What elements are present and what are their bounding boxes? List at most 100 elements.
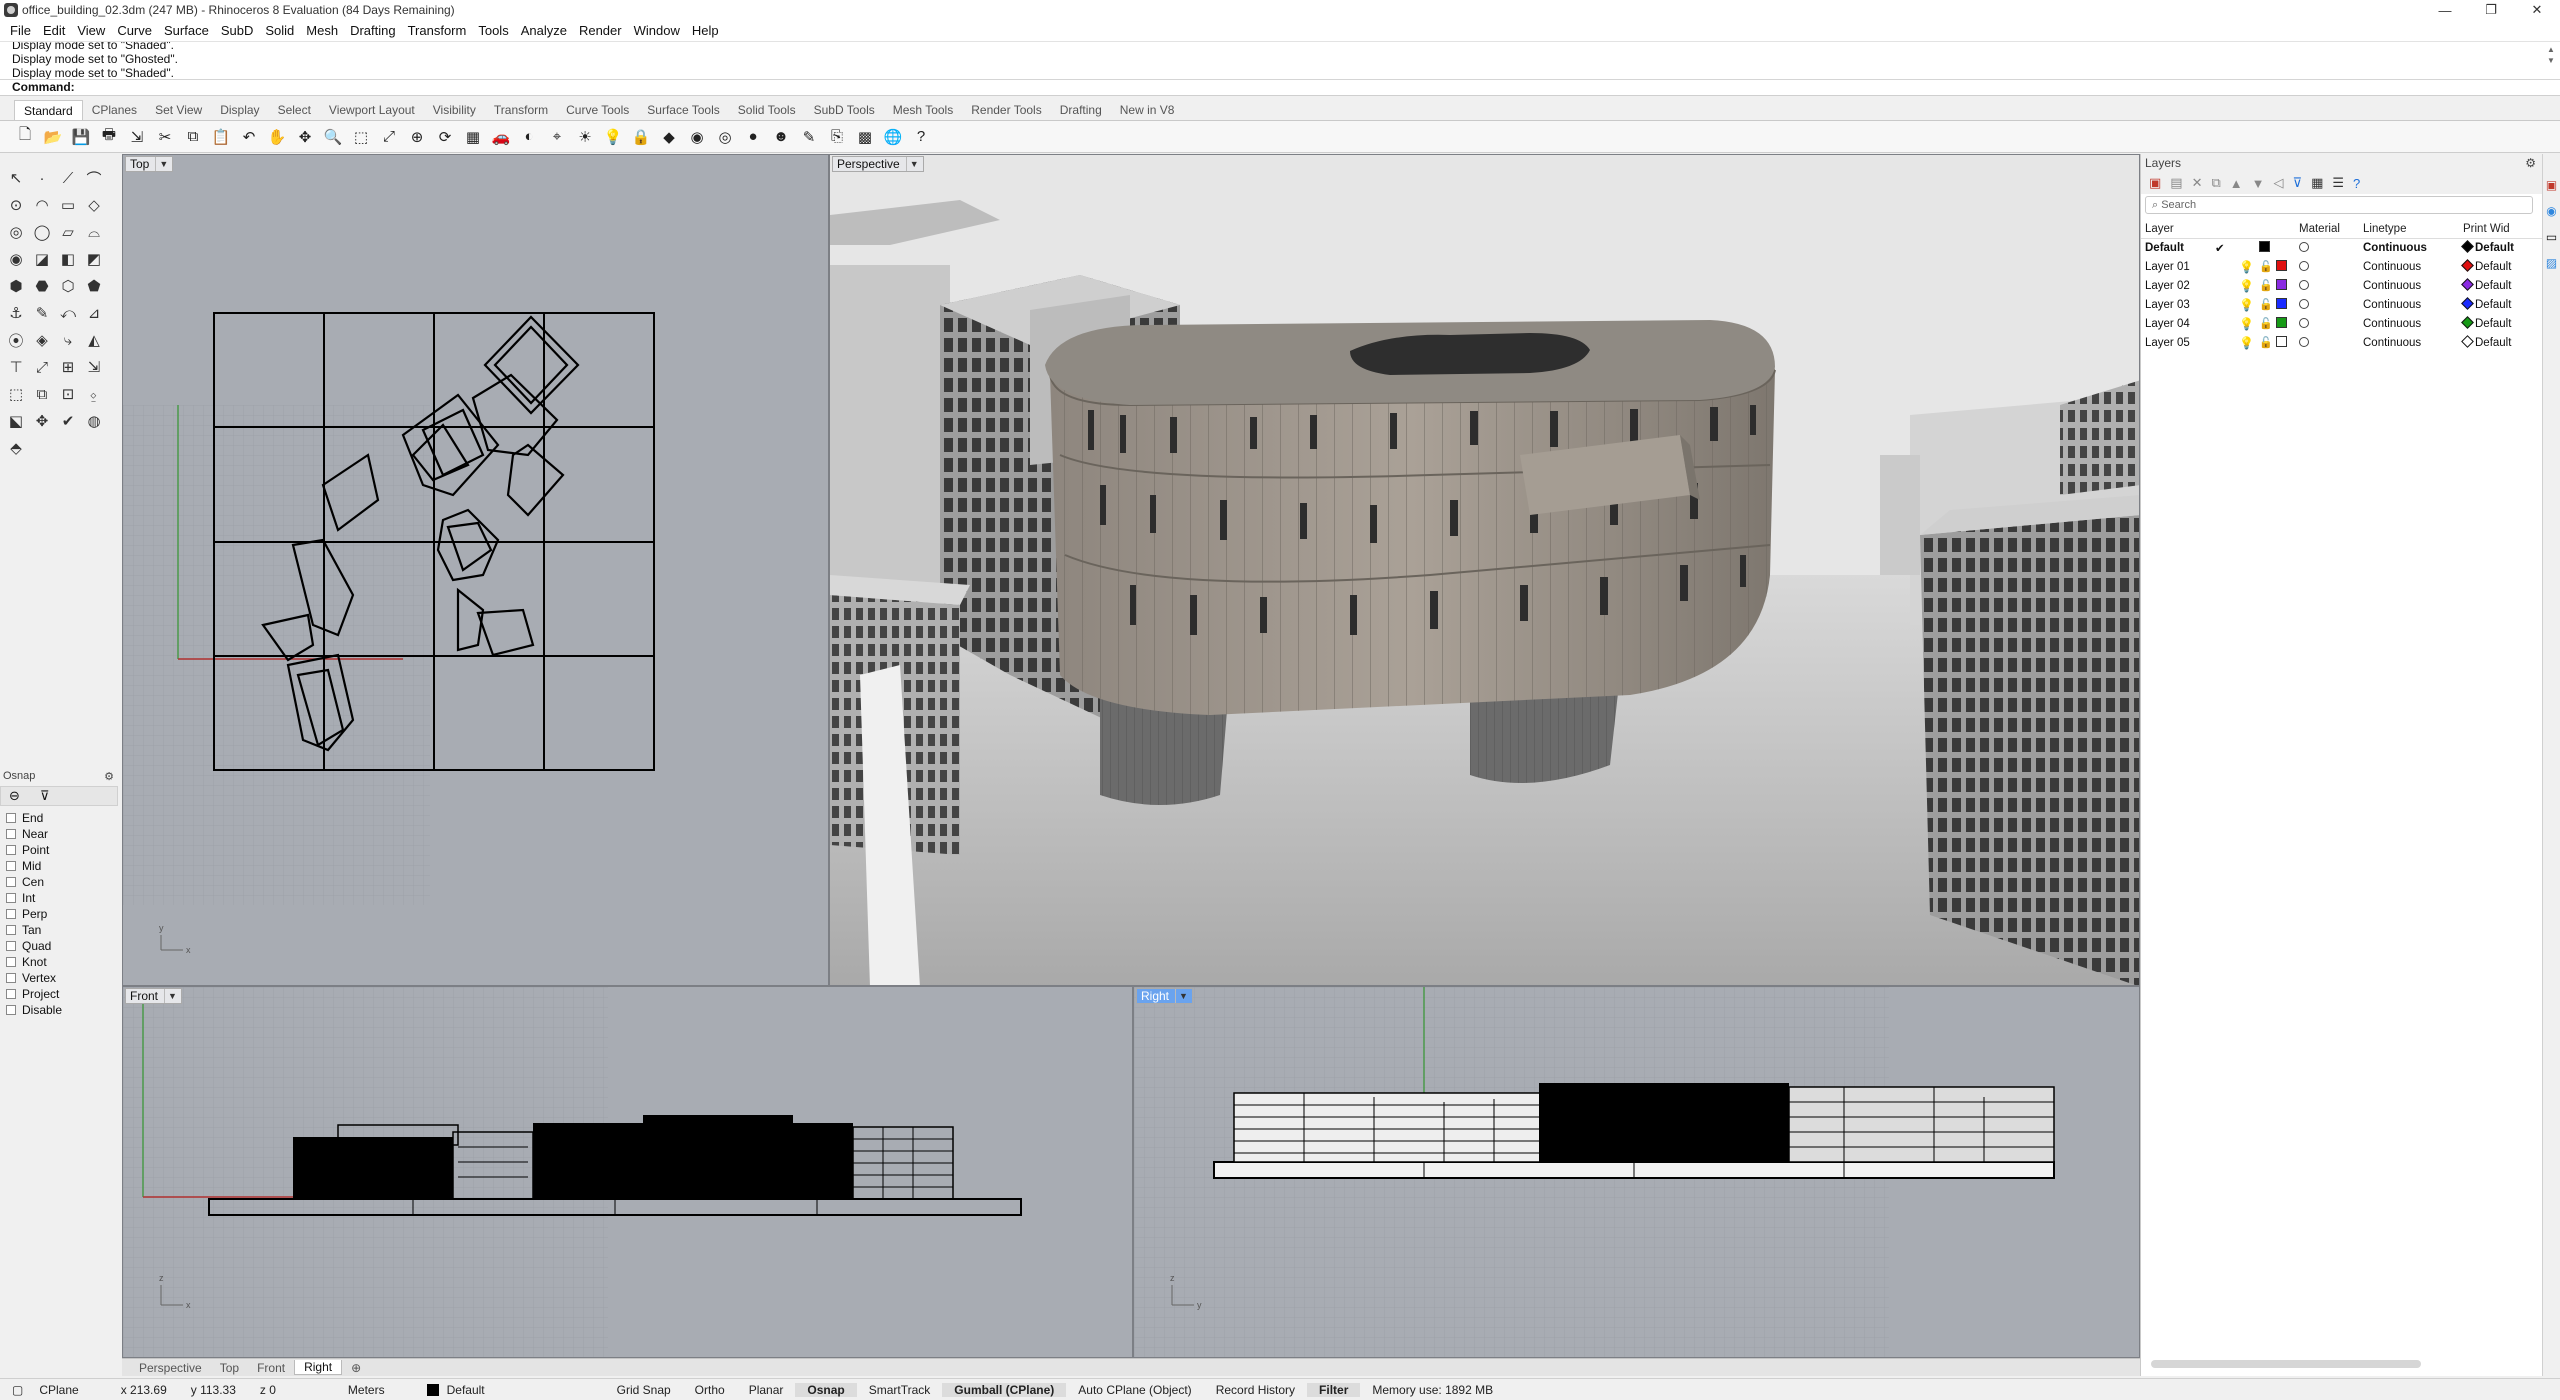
checkbox[interactable] — [6, 829, 16, 839]
palette-tool-icon[interactable]: ⇲ — [82, 355, 106, 379]
palette-tool-icon[interactable]: ▱ — [56, 220, 80, 244]
toggle-smarttrack[interactable]: SmartTrack — [857, 1383, 943, 1397]
move-down-icon[interactable]: ▼ — [2252, 176, 2265, 191]
checkbox[interactable] — [6, 973, 16, 983]
snapshot-icon[interactable]: ⎘ — [826, 126, 848, 148]
properties-icon[interactable]: ▣ — [2546, 178, 2557, 192]
toggle-ortho[interactable]: Ortho — [683, 1383, 737, 1397]
tab-mesh-tools[interactable]: Mesh Tools — [884, 100, 962, 120]
tab-transform[interactable]: Transform — [485, 100, 557, 120]
palette-tool-icon[interactable]: ◯ — [30, 220, 54, 244]
command-prompt[interactable]: Command: — [0, 80, 2560, 96]
layer-color-swatch[interactable] — [2275, 298, 2287, 309]
checkbox[interactable] — [6, 813, 16, 823]
tab-visibility[interactable]: Visibility — [424, 100, 485, 120]
checkbox[interactable] — [6, 925, 16, 935]
pan-icon[interactable]: ✋ — [266, 126, 288, 148]
cplane-label[interactable]: CPlane — [27, 1383, 108, 1397]
tab-new-in-v8[interactable]: New in V8 — [1111, 100, 1184, 120]
paste-icon[interactable]: 📋 — [210, 126, 232, 148]
current-layer[interactable]: Default — [415, 1383, 605, 1397]
units[interactable]: Meters — [336, 1383, 415, 1397]
move-icon[interactable]: ✥ — [294, 126, 316, 148]
layer-color-swatch[interactable] — [2275, 279, 2287, 290]
grid-icon[interactable]: ▩ — [854, 126, 876, 148]
layer-row[interactable]: Layer 03 💡 🔓 Continuous Default — [2141, 295, 2542, 314]
material-icon[interactable] — [2299, 317, 2309, 328]
osnap-int[interactable]: Int — [0, 890, 118, 906]
tab-curve-tools[interactable]: Curve Tools — [557, 100, 638, 120]
checkbox[interactable] — [6, 989, 16, 999]
move-up-icon[interactable]: ▲ — [2230, 176, 2243, 191]
material-icon[interactable] — [2299, 241, 2309, 252]
palette-tool-icon[interactable]: ⊿ — [82, 301, 106, 325]
toggle-gumball-cplane[interactable]: Gumball (CPlane) — [942, 1382, 1067, 1397]
menu-drafting[interactable]: Drafting — [344, 23, 402, 38]
add-viewport-tab-icon[interactable]: ⊕ — [342, 1361, 370, 1375]
layer-name[interactable]: Layer 03 — [2141, 295, 2211, 314]
palette-tool-icon[interactable]: ✥ — [30, 409, 54, 433]
tab-surface-tools[interactable]: Surface Tools — [638, 100, 729, 120]
filter-icon[interactable]: ⊽ — [2293, 175, 2303, 191]
menu-render[interactable]: Render — [573, 23, 628, 38]
viewport-label-front[interactable]: Front ▼ — [125, 988, 182, 1004]
menu-subd[interactable]: SubD — [215, 23, 260, 38]
palette-tool-icon[interactable]: ⟋ — [56, 166, 80, 190]
palette-tool-icon[interactable]: ⬣ — [30, 274, 54, 298]
layer-visibility[interactable]: 💡 — [2235, 276, 2255, 295]
layer-material[interactable] — [2295, 314, 2359, 333]
layer-material[interactable] — [2295, 238, 2359, 257]
menu-solid[interactable]: Solid — [259, 23, 300, 38]
layer-linetype[interactable]: Continuous — [2359, 257, 2459, 276]
osnap-point[interactable]: Point — [0, 842, 118, 858]
layer-lock-color[interactable]: 🔓 — [2255, 295, 2295, 314]
lock-icon[interactable]: 🔓 — [2259, 280, 2273, 292]
print-icon[interactable]: 🖶 — [98, 126, 120, 148]
palette-tool-icon[interactable]: ◩ — [82, 247, 106, 271]
osnap-mid[interactable]: Mid — [0, 858, 118, 874]
layer-material[interactable] — [2295, 333, 2359, 352]
color-wheel-icon[interactable]: ◉ — [686, 126, 708, 148]
tab-drafting[interactable]: Drafting — [1051, 100, 1111, 120]
lock-icon[interactable]: 🔓 — [2259, 318, 2273, 330]
checkbox[interactable] — [6, 861, 16, 871]
layer-linetype[interactable]: Continuous — [2359, 314, 2459, 333]
toggle-grid-snap[interactable]: Grid Snap — [605, 1383, 683, 1397]
checkbox[interactable] — [6, 1005, 16, 1015]
palette-tool-icon[interactable]: ◈ — [30, 328, 54, 352]
palette-tool-icon[interactable]: ⤢ — [30, 355, 54, 379]
toggle-planar[interactable]: Planar — [737, 1383, 796, 1397]
layer-color-swatch[interactable] — [2275, 336, 2287, 347]
palette-tool-icon[interactable]: ⌓ — [82, 220, 106, 244]
layers-tab-icon[interactable]: ◉ — [2546, 204, 2556, 218]
settings-icon[interactable]: ⚙ — [104, 770, 114, 786]
material-icon[interactable] — [2299, 279, 2309, 290]
layer-row[interactable]: Layer 02 💡 🔓 Continuous Default — [2141, 276, 2542, 295]
zoom-selected-icon[interactable]: ⊕ — [406, 126, 428, 148]
current-layer-check-icon[interactable] — [2211, 257, 2235, 276]
layer-color-swatch[interactable] — [2275, 317, 2287, 328]
palette-tool-icon[interactable]: ⚓ — [4, 301, 28, 325]
move-out-icon[interactable]: ◁ — [2274, 175, 2284, 191]
zoom-extents-icon[interactable]: ⤢ — [378, 126, 400, 148]
render-icon[interactable]: ▨ — [2546, 256, 2557, 270]
lock-icon[interactable]: 🔒 — [630, 126, 652, 148]
menu-help[interactable]: Help — [686, 23, 725, 38]
palette-tool-icon[interactable]: ⬢ — [4, 274, 28, 298]
chevron-down-icon[interactable]: ▼ — [164, 989, 177, 1003]
zoom-window-icon[interactable]: ⬚ — [350, 126, 372, 148]
palette-tool-icon[interactable]: ⬚ — [4, 382, 28, 406]
palette-tool-icon[interactable]: ⊤ — [4, 355, 28, 379]
bulb-icon[interactable]: 💡 — [2239, 317, 2254, 331]
menu-mesh[interactable]: Mesh — [300, 23, 344, 38]
layer-material[interactable] — [2295, 295, 2359, 314]
palette-tool-icon[interactable]: ◎ — [4, 220, 28, 244]
layer-print-width[interactable]: Default — [2459, 295, 2542, 314]
layer-lock-color[interactable] — [2255, 238, 2295, 257]
viewport-tab-perspective[interactable]: Perspective — [130, 1361, 211, 1375]
tab-select[interactable]: Select — [269, 100, 320, 120]
layer-print-width[interactable]: Default — [2459, 276, 2542, 295]
palette-tool-icon[interactable]: ◧ — [56, 247, 80, 271]
current-layer-check-icon[interactable] — [2211, 276, 2235, 295]
toggle-record-history[interactable]: Record History — [1204, 1383, 1307, 1397]
